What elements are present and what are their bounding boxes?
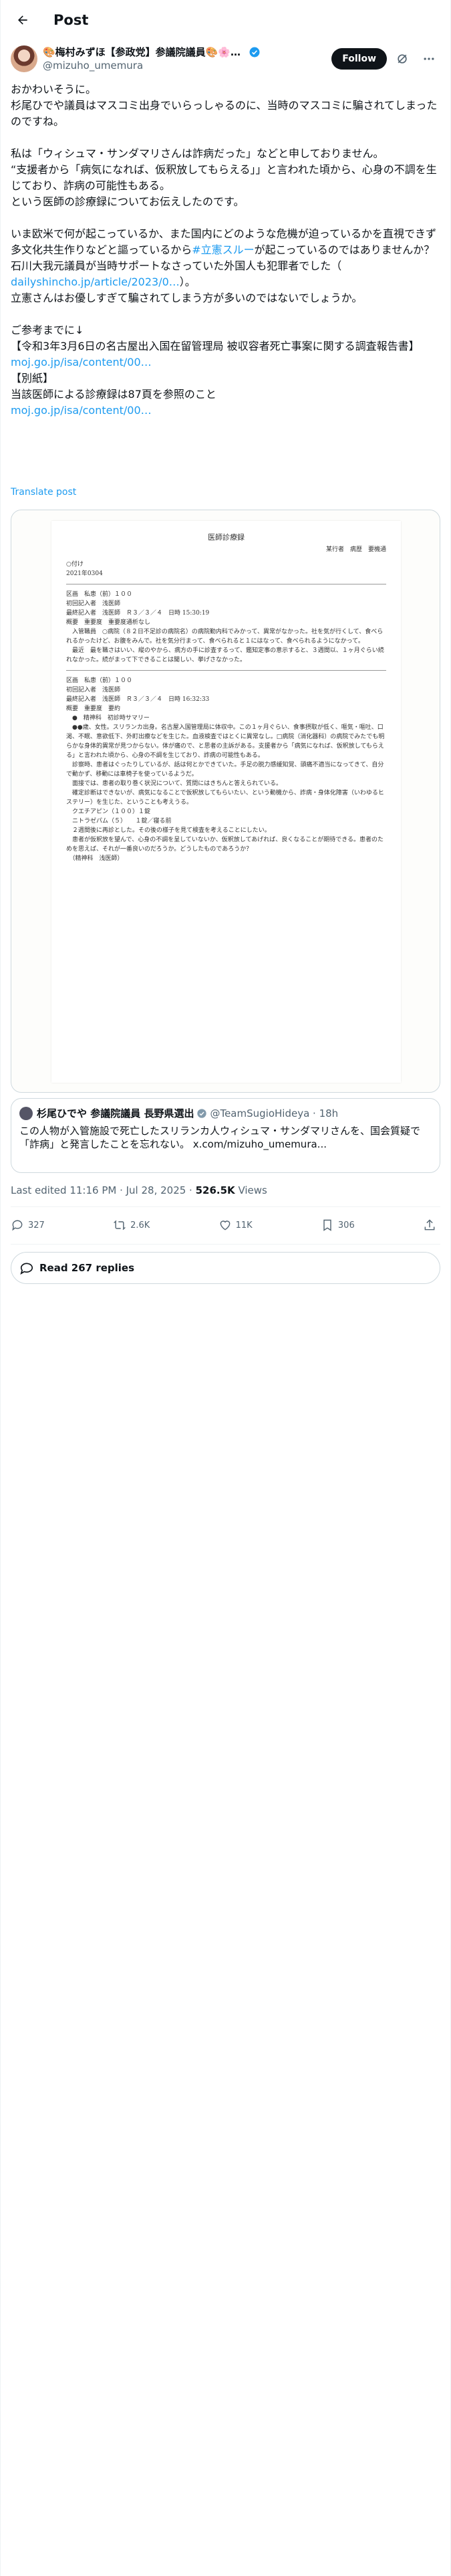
post-line: ）。 [179, 276, 196, 288]
medical-record-document: 医師診療録 某行者 病歴 要機通 ○付け 2021年0304 区画 私患（前）１… [51, 521, 401, 1083]
post-line: が起こっているのではありませんか？ [254, 243, 435, 256]
read-replies-label: Read 267 replies [39, 1262, 135, 1274]
views-count: 526.5K [195, 1184, 235, 1196]
grok-icon [398, 54, 407, 64]
reply-icon [12, 1220, 23, 1231]
reply-button[interactable]: 327 [11, 1218, 45, 1232]
divider [11, 1244, 440, 1245]
grok-button[interactable] [391, 47, 414, 70]
quoted-author-row: 杉尾ひでや 参議院議員 長野県選出 @TeamSugioHideya · 18h [19, 1107, 432, 1120]
page-title: Post [53, 12, 89, 28]
document-header: 某行者 病歴 要機通 [325, 546, 386, 553]
avatar[interactable] [11, 45, 37, 72]
display-name-row[interactable]: 🎨梅村みずほ【参政党】参議院議員🎨🌸日本人... [43, 45, 326, 59]
post-line: 当該医師による診療録は87頁を参照のこと [11, 388, 216, 401]
left-border [0, 0, 1, 2576]
heart-icon [220, 1220, 230, 1230]
attached-image[interactable]: 医師診療録 某行者 病歴 要機通 ○付け 2021年0304 区画 私患（前）１… [11, 510, 440, 1093]
quoted-name: 杉尾ひでや 参議院議員 長野県選出 [37, 1107, 194, 1119]
bookmark-button[interactable]: 306 [321, 1218, 355, 1232]
repost-count: 2.6K [130, 1220, 150, 1230]
post-line: 杉尾ひでや議員はマスコミ出身でいらっしゃるのに、当時のマスコミに騙されてしまった… [11, 99, 438, 128]
post-line: 石川大我元議員が当時サポートなさっていた外国人も犯罪者でした（ [11, 259, 342, 272]
repost-button[interactable]: 2.6K [113, 1218, 150, 1232]
appendix-link[interactable]: moj.go.jp/isa/content/00… [11, 404, 152, 417]
action-bar: 327 2.6K 11K 306 [11, 1209, 440, 1241]
author-row: 🎨梅村みずほ【参政党】参議院議員🎨🌸日本人... @mizuho_umemura… [11, 43, 440, 75]
verified-badge-icon [197, 1109, 207, 1118]
post-meta: Last edited 11:16 PM · Jul 28, 2025 · 52… [11, 1184, 267, 1197]
document-title: 医師診療録 [208, 533, 245, 542]
author-names: 🎨梅村みずほ【参政党】参議院議員🎨🌸日本人... @mizuho_umemura [43, 45, 326, 72]
post-line: おかわいそうに。 [11, 83, 97, 96]
like-button[interactable]: 11K [218, 1218, 253, 1232]
post-line: ご参考までに↓ [11, 324, 84, 336]
views-label: Views [235, 1184, 267, 1196]
chat-bubble-icon [20, 1263, 33, 1275]
record-block: 区画 私患（前）１００ 初回記入者 浅医師 最終記入者 浅医師 Ｒ３／３／４ 日… [66, 677, 385, 862]
like-count: 11K [235, 1220, 253, 1230]
back-button[interactable] [11, 8, 35, 32]
quoted-post[interactable]: 杉尾ひでや 参議院議員 長野県選出 @TeamSugioHideya · 18h… [11, 1098, 440, 1173]
post-line: 私は「ウィシュマ・サンダマリさんは詐病だった」などと申しておりません。 [11, 147, 384, 160]
post-line: という医師の診療録についてお伝えしたのです。 [11, 195, 245, 208]
follow-button[interactable]: Follow [331, 48, 387, 70]
post-text: おかわいそうに。 杉尾ひでや議員はマスコミ出身でいらっしゃるのに、当時のマスコミ… [11, 82, 440, 419]
author-handle[interactable]: @mizuho_umemura [43, 59, 326, 72]
more-options-button[interactable] [418, 47, 440, 70]
quoted-handle: @TeamSugioHideya · 18h [210, 1107, 339, 1119]
record-block: ○付け 2021年0304 [66, 561, 103, 577]
post-page: Post 🎨梅村みずほ【参政党】参議院議員🎨🌸日本人... @mizuho_um… [0, 0, 451, 2576]
divider [11, 1206, 440, 1207]
article-link[interactable]: dailyshincho.jp/article/2023/0… [11, 276, 180, 288]
share-button[interactable] [423, 1218, 440, 1232]
bookmark-count: 306 [337, 1220, 355, 1230]
reply-count: 327 [28, 1220, 45, 1230]
bookmark-icon [323, 1219, 331, 1231]
hashtag-link[interactable]: #立憲スルー [192, 243, 254, 256]
repost-icon [113, 1220, 126, 1230]
display-name[interactable]: 🎨梅村みずほ【参政党】参議院議員🎨🌸日本人... [43, 45, 247, 59]
post-line: 【令和3年3月6日の名古屋出入国在留管理局 被収容者死亡事案に関する調査報告書】 [11, 340, 420, 352]
translate-post-link[interactable]: Translate post [11, 487, 76, 498]
share-icon [424, 1219, 435, 1230]
report-link[interactable]: moj.go.jp/isa/content/00… [11, 356, 152, 368]
record-block: 区画 私患（前）１００ 初回記入者 浅医師 最終記入者 浅医師 Ｒ３／３／４ 日… [66, 591, 384, 663]
quoted-avatar [19, 1107, 33, 1120]
post-line: “支援者から「病気になれば、仮釈放してもらえる」」と言われた頃から、心身の不調を… [11, 163, 437, 192]
verified-badge-icon [249, 47, 260, 58]
post-line: 立憲さんはお優しすぎて騙されてしまう方が多いのではないでしょうか。 [11, 292, 363, 304]
divider [66, 670, 386, 671]
arrow-left-icon [18, 15, 27, 25]
more-icon [424, 58, 434, 60]
read-replies-button[interactable]: Read 267 replies [11, 1252, 440, 1284]
timestamp[interactable]: Last edited 11:16 PM · Jul 28, 2025 · [11, 1184, 196, 1196]
top-bar: Post [0, 0, 451, 40]
post-line: 【別紙】 [11, 372, 54, 385]
quoted-text: この人物が入管施設で死亡したスリランカ人ウィシュマ・サンダマリさんを、国会質疑で… [19, 1125, 421, 1150]
